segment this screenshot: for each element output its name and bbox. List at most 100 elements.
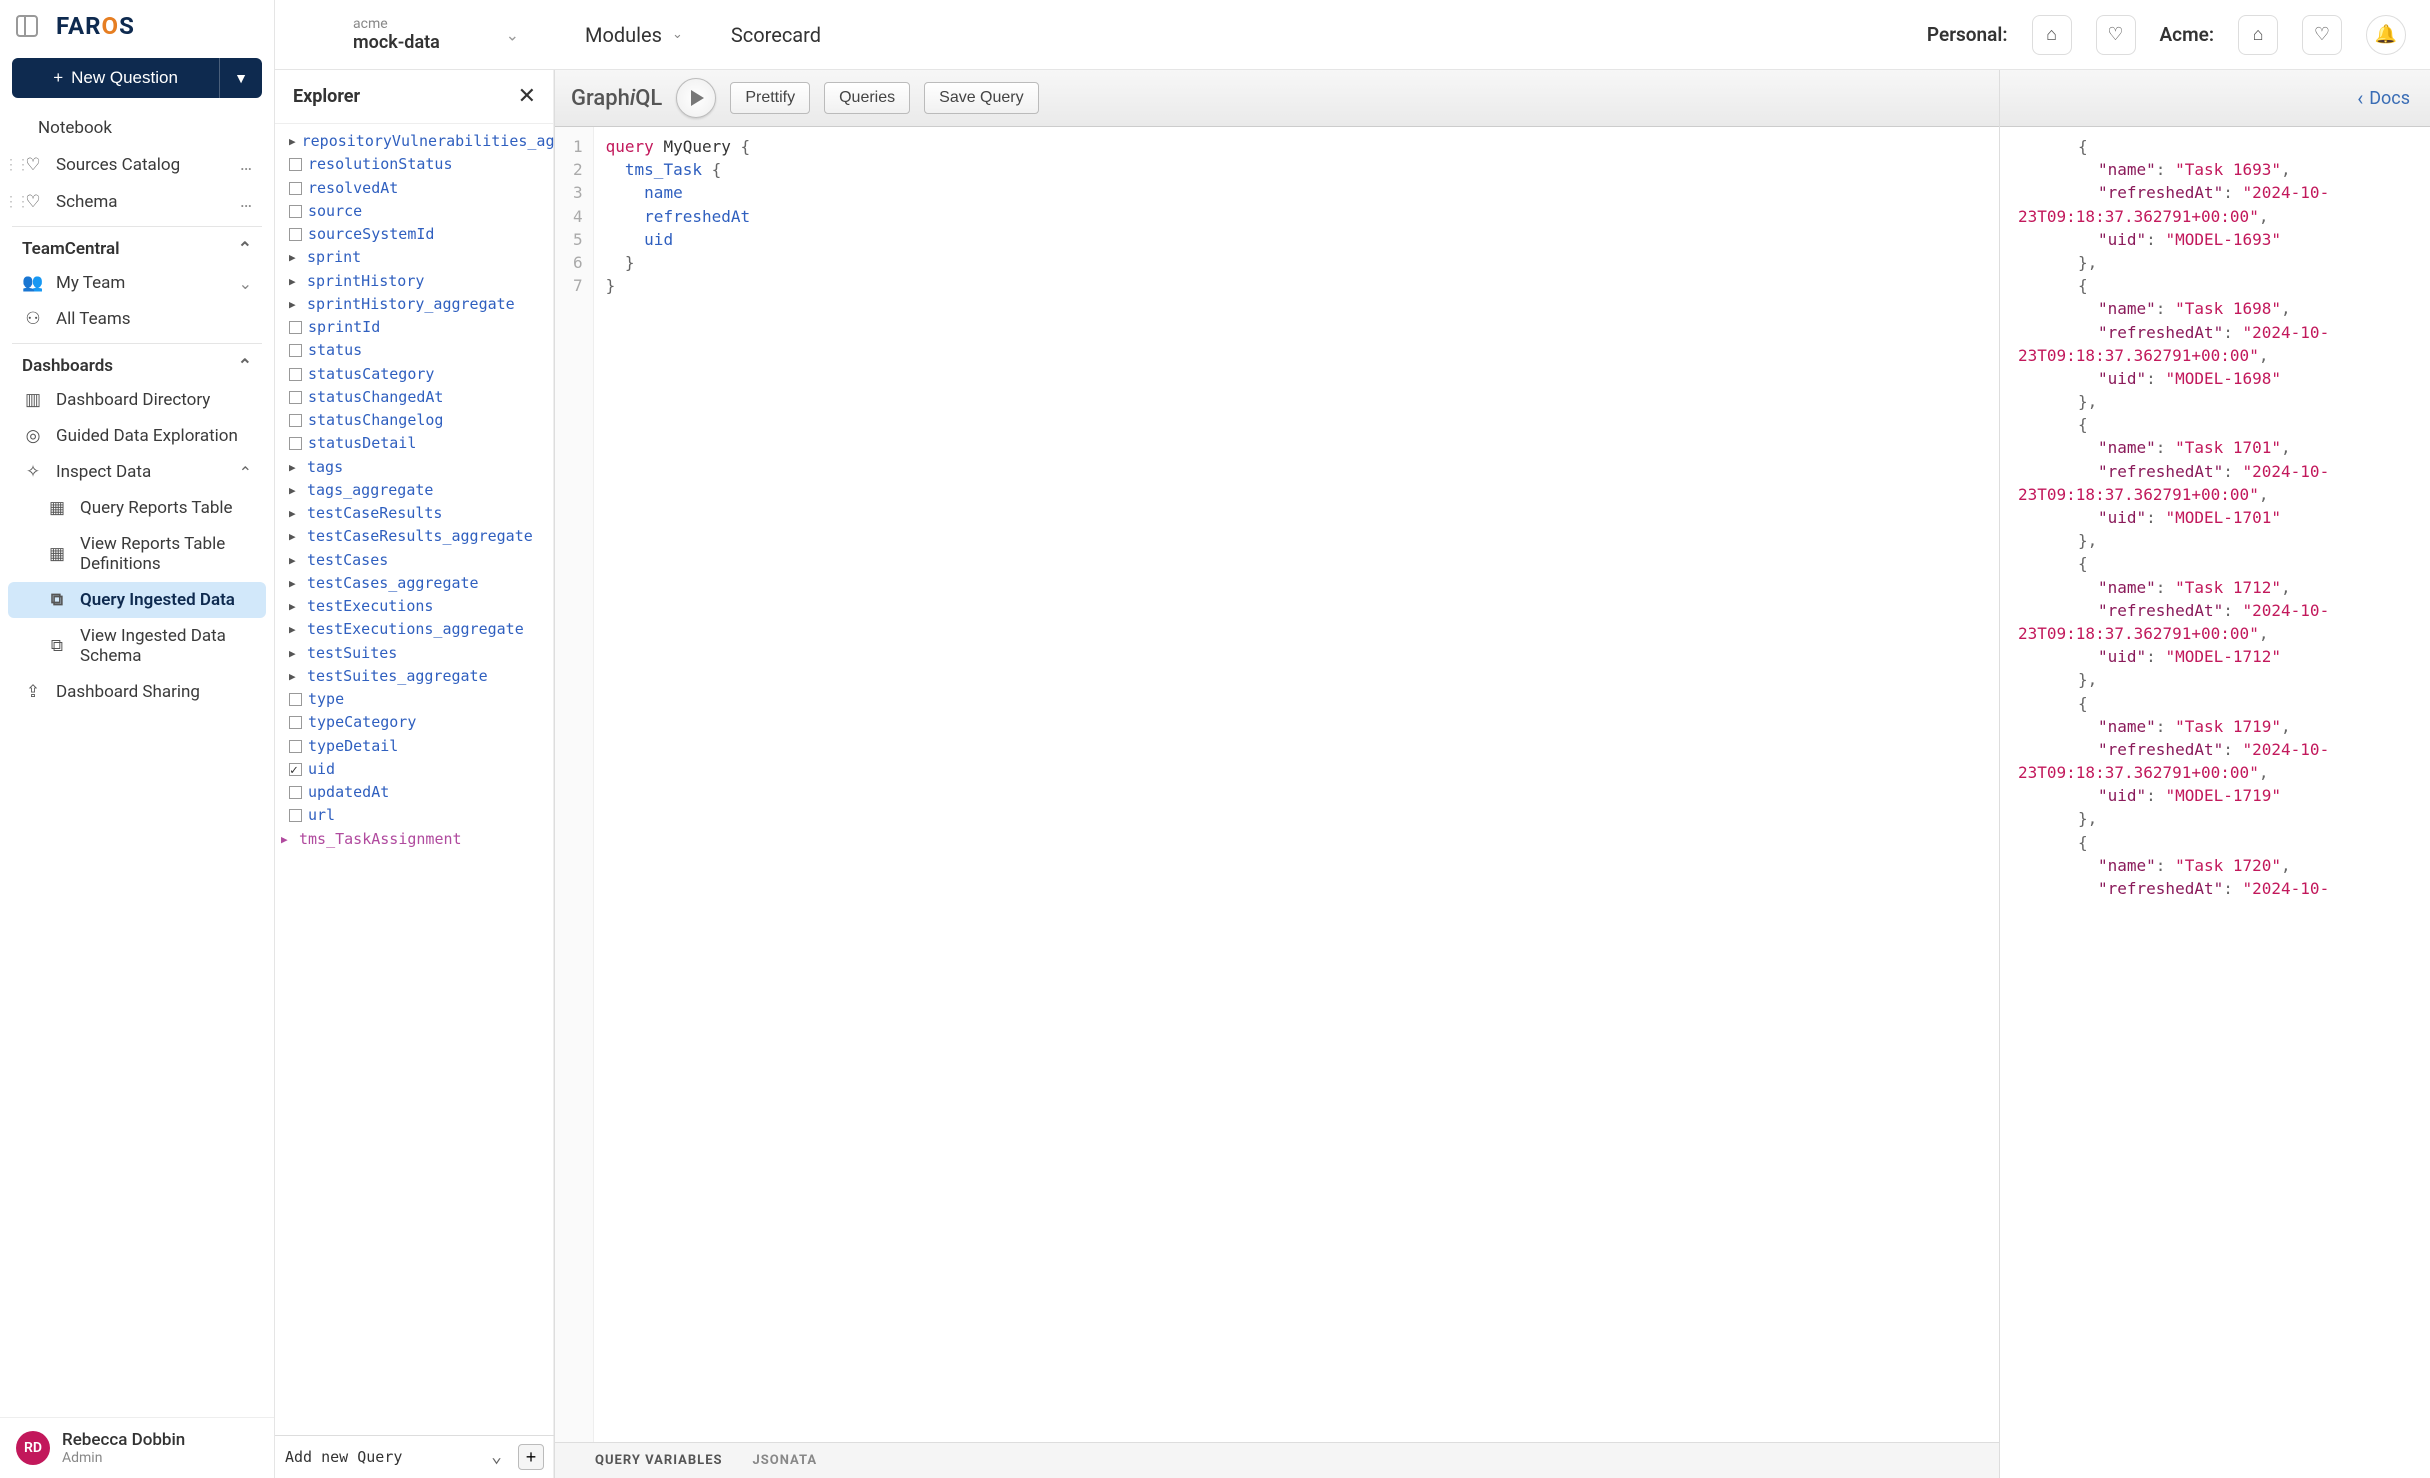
explorer-field[interactable]: ▶repositoryVulnerabilities_aggregate (287, 130, 550, 153)
explorer-field[interactable]: source (287, 200, 550, 223)
explorer-field[interactable]: ▶testCases (287, 549, 550, 572)
nav-notebook[interactable]: Notebook (8, 110, 266, 146)
results-body[interactable]: {"name": "Task 1693","refreshedAt": "202… (2000, 127, 2430, 1478)
nav-view-ingested-schema[interactable]: ⧉ View Ingested Data Schema (8, 618, 266, 674)
explorer-field[interactable]: ▶testSuites_aggregate (287, 665, 550, 688)
checkbox-icon[interactable] (289, 693, 302, 706)
explorer-field[interactable]: sourceSystemId (287, 223, 550, 246)
more-icon[interactable]: … (240, 154, 252, 175)
home-icon: ⌂ (2046, 24, 2057, 45)
nav-sources-catalog[interactable]: ⋮⋮ ♡ Sources Catalog … (8, 146, 266, 183)
nav-dashboard-directory[interactable]: ▥ Dashboard Directory (8, 382, 266, 418)
nav-all-teams[interactable]: ⚇ All Teams (8, 301, 266, 337)
explorer-field[interactable]: ▶testCaseResults (287, 502, 550, 525)
notifications-button[interactable]: 🔔 (2366, 15, 2406, 55)
nav-schema[interactable]: ⋮⋮ ♡ Schema … (8, 183, 266, 220)
checkbox-icon[interactable] (289, 321, 302, 334)
section-dashboards[interactable]: Dashboards ⌃ (8, 344, 266, 382)
explorer-field[interactable]: ▶testSuites (287, 642, 550, 665)
add-new-select[interactable]: Add new Query (285, 1448, 402, 1466)
nav-query-ingested-data[interactable]: ⧉ Query Ingested Data (8, 582, 266, 618)
checkbox-icon[interactable] (289, 391, 302, 404)
field-name: testCaseResults_aggregate (307, 525, 533, 548)
chart-icon: ▥ (22, 390, 44, 410)
nav-label: View Reports Table Definitions (80, 534, 252, 574)
nav-guided-data[interactable]: ◎ Guided Data Exploration (8, 418, 266, 454)
scorecard-label: Scorecard (731, 23, 821, 47)
explorer-root-type[interactable]: ▶tms_TaskAssignment (279, 828, 550, 851)
acme-heart-button[interactable]: ♡ (2302, 15, 2342, 55)
explorer-field[interactable]: typeDetail (287, 735, 550, 758)
nav-dashboard-sharing[interactable]: ⇪ Dashboard Sharing (8, 674, 266, 710)
explorer-field[interactable]: ▶tags_aggregate (287, 479, 550, 502)
explorer-field[interactable]: typeCategory (287, 711, 550, 734)
explorer-field[interactable]: ▶sprintHistory (287, 270, 550, 293)
explorer-field[interactable]: ▶sprint (287, 246, 550, 269)
explorer-field[interactable]: statusChangelog (287, 409, 550, 432)
explorer-field[interactable]: ▶testCaseResults_aggregate (287, 525, 550, 548)
modules-label: Modules (585, 23, 662, 47)
explorer-field[interactable]: url (287, 804, 550, 827)
add-query-button[interactable]: + (518, 1444, 544, 1470)
inspect-icon: ✧ (22, 462, 44, 482)
checkbox-icon[interactable] (289, 740, 302, 753)
checkbox-icon[interactable] (289, 809, 302, 822)
explorer-field[interactable]: statusCategory (287, 363, 550, 386)
checkbox-icon[interactable] (289, 205, 302, 218)
checkbox-icon[interactable] (289, 182, 302, 195)
personal-home-button[interactable]: ⌂ (2032, 15, 2072, 55)
checkbox-icon[interactable] (289, 228, 302, 241)
field-name: status (308, 339, 362, 362)
nav-query-reports[interactable]: ▦ Query Reports Table (8, 490, 266, 526)
explorer-field[interactable]: sprintId (287, 316, 550, 339)
new-question-button[interactable]: + New Question (12, 58, 219, 98)
query-editor[interactable]: 1234567 query MyQuery { tms_Task { name … (555, 127, 1999, 1442)
explorer-field[interactable]: updatedAt (287, 781, 550, 804)
explorer-field[interactable]: uid (287, 758, 550, 781)
explorer-field[interactable]: statusDetail (287, 432, 550, 455)
explorer-field[interactable]: status (287, 339, 550, 362)
new-question-caret-button[interactable]: ▼ (219, 58, 262, 98)
personal-heart-button[interactable]: ♡ (2096, 15, 2136, 55)
explorer-field[interactable]: resolutionStatus (287, 153, 550, 176)
explorer-field[interactable]: ▶testExecutions_aggregate (287, 618, 550, 641)
checkbox-icon[interactable] (289, 437, 302, 450)
close-icon[interactable]: ✕ (518, 84, 536, 109)
save-query-button[interactable]: Save Query (924, 82, 1038, 114)
modules-link[interactable]: Modules ⌄ (585, 23, 683, 47)
expand-icon: ▶ (289, 621, 301, 638)
explorer-field[interactable]: resolvedAt (287, 177, 550, 200)
checkbox-icon[interactable] (289, 763, 302, 776)
checkbox-icon[interactable] (289, 344, 302, 357)
checkbox-icon[interactable] (289, 158, 302, 171)
docs-link[interactable]: ‹ Docs (2357, 86, 2410, 110)
collapse-sidebar-icon[interactable] (16, 15, 38, 37)
tab-query-variables[interactable]: QUERY VARIABLES (595, 1453, 723, 1468)
section-teamcentral[interactable]: TeamCentral ⌃ (8, 227, 266, 265)
explorer-field[interactable]: ▶testExecutions (287, 595, 550, 618)
checkbox-icon[interactable] (289, 786, 302, 799)
checkbox-icon[interactable] (289, 716, 302, 729)
tab-jsonata[interactable]: JSONATA (753, 1453, 818, 1468)
explorer-field[interactable]: ▶testCases_aggregate (287, 572, 550, 595)
more-icon[interactable]: … (240, 191, 252, 212)
field-name: statusChangedAt (308, 386, 443, 409)
explorer-field[interactable]: ▶sprintHistory_aggregate (287, 293, 550, 316)
explorer-field[interactable]: ▶tags (287, 456, 550, 479)
execute-button[interactable] (676, 78, 716, 118)
nav-inspect-data[interactable]: ✧ Inspect Data ⌃ (8, 454, 266, 490)
scorecard-link[interactable]: Scorecard (731, 23, 821, 47)
checkbox-icon[interactable] (289, 414, 302, 427)
nav-view-reports-def[interactable]: ▦ View Reports Table Definitions (8, 526, 266, 582)
prettify-button[interactable]: Prettify (730, 82, 810, 114)
expand-icon: ▶ (289, 133, 296, 150)
checkbox-icon[interactable] (289, 368, 302, 381)
explorer-field[interactable]: type (287, 688, 550, 711)
org-selector[interactable]: acme mock-data ⌄ (275, 8, 555, 61)
explorer-field-list[interactable]: ▶repositoryVulnerabilities_aggregatereso… (275, 124, 554, 1435)
nav-my-team[interactable]: 👥 My Team ⌄ (8, 265, 266, 301)
explorer-field[interactable]: statusChangedAt (287, 386, 550, 409)
queries-button[interactable]: Queries (824, 82, 910, 114)
sidebar-user[interactable]: RD Rebecca Dobbin Admin (0, 1417, 274, 1478)
acme-home-button[interactable]: ⌂ (2238, 15, 2278, 55)
